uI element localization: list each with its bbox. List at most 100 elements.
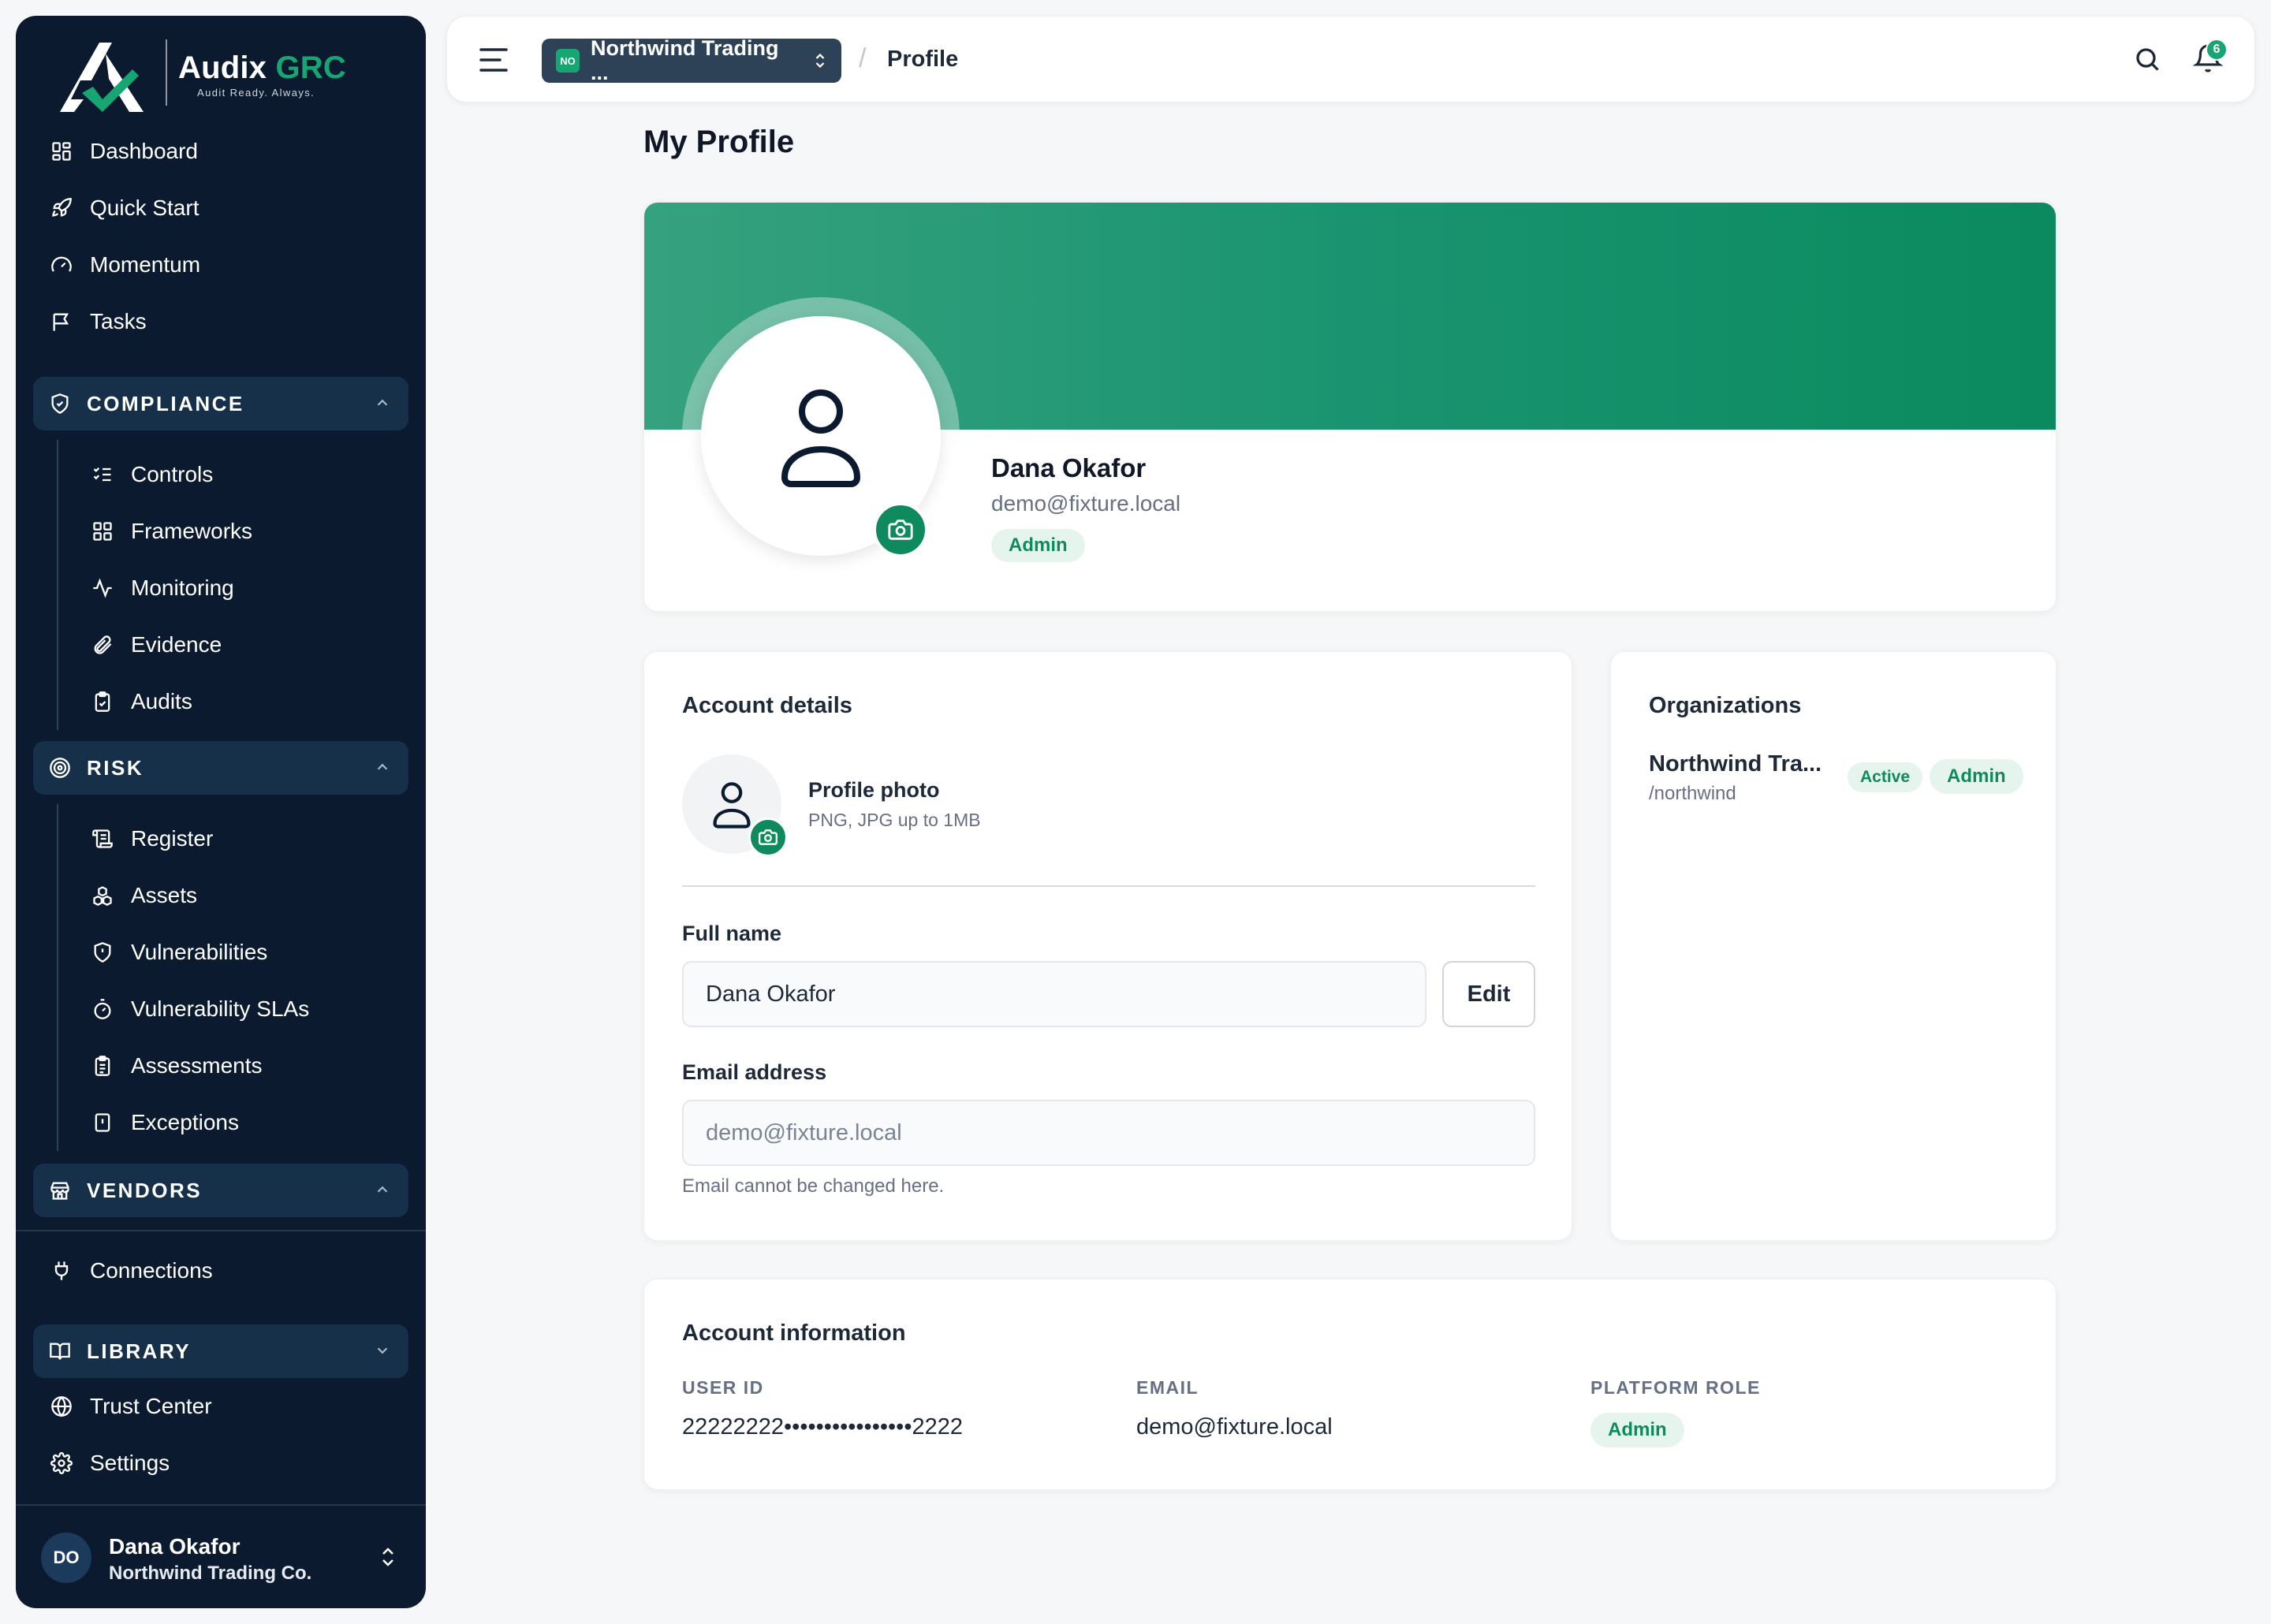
clipboard-check-icon — [90, 689, 115, 714]
nav-label: Register — [131, 826, 214, 851]
plug-icon — [49, 1258, 74, 1283]
nav-label: Connections — [90, 1258, 213, 1283]
file-alert-icon — [90, 1110, 115, 1135]
avatar: DO — [41, 1533, 91, 1583]
platform-role-label: PLATFORM ROLE — [1590, 1377, 1761, 1398]
nav-tasks[interactable]: Tasks — [33, 296, 408, 347]
email-info-label: EMAIL — [1136, 1377, 1199, 1398]
nav-connections[interactable]: Connections — [33, 1246, 408, 1296]
grid-icon — [90, 519, 115, 544]
breadcrumb-separator: / — [859, 43, 867, 73]
timer-icon — [90, 996, 115, 1022]
card-title: Account details — [682, 693, 852, 718]
card-title: Account information — [682, 1320, 906, 1346]
section-vendors[interactable]: VENDORS — [33, 1164, 408, 1217]
section-label: VENDORS — [87, 1178, 203, 1202]
nav-label: Settings — [90, 1451, 170, 1475]
sidebar: Audix GRC Audit Ready. Always. Dashboard… — [16, 16, 426, 1608]
nav-assets[interactable]: Assets — [74, 870, 405, 921]
chevron-up-icon — [377, 763, 388, 770]
user-icon — [781, 389, 861, 487]
org-role-badge: Admin — [1930, 759, 2023, 794]
nav-label: Vulnerability SLAs — [131, 996, 310, 1021]
menu-icon[interactable] — [479, 47, 509, 73]
org-switcher[interactable]: NO Northwind Trading ... — [542, 36, 841, 84]
email-field[interactable]: demo@fixture.local — [682, 1100, 1535, 1166]
nav-momentum[interactable]: Momentum — [33, 240, 408, 290]
section-compliance[interactable]: COMPLIANCE — [33, 377, 408, 430]
nav-label: Assets — [131, 883, 198, 907]
user-name: Dana Okafor — [109, 1534, 241, 1559]
nav-vulnerability-slas[interactable]: Vulnerability SLAs — [74, 984, 405, 1034]
boxes-icon — [90, 883, 115, 908]
nav-label: Exceptions — [131, 1110, 239, 1134]
full-name-label: Full name — [682, 922, 782, 945]
notification-badge: 6 — [2206, 39, 2228, 61]
brand-tagline: Audit Ready. Always. — [197, 87, 315, 99]
nav-assessments[interactable]: Assessments — [74, 1041, 405, 1091]
gauge-icon — [49, 252, 74, 277]
book-open-icon — [49, 1340, 71, 1362]
section-library[interactable]: LIBRARY — [33, 1324, 408, 1378]
nav-frameworks[interactable]: Frameworks — [74, 506, 405, 557]
role-badge: Admin — [991, 529, 1085, 562]
brand-logo — [60, 43, 144, 112]
user-id-value: 22222222••••••••••••••••2222 — [682, 1414, 963, 1440]
edit-button[interactable]: Edit — [1442, 961, 1535, 1027]
change-photo-button[interactable] — [873, 502, 928, 557]
nav-controls[interactable]: Controls — [74, 449, 405, 500]
sidebar-divider — [16, 1230, 426, 1231]
section-label: LIBRARY — [87, 1339, 192, 1363]
nav-register[interactable]: Register — [74, 814, 405, 864]
chevrons-up-down-icon — [815, 53, 825, 69]
section-risk[interactable]: RISK — [33, 741, 408, 795]
platform-role-badge: Admin — [1590, 1413, 1684, 1447]
upload-photo-button[interactable] — [748, 818, 788, 857]
list-checks-icon — [90, 462, 115, 487]
brand[interactable]: Audix GRC Audit Ready. Always. — [39, 24, 371, 118]
section-label: RISK — [87, 755, 144, 780]
nav-evidence[interactable]: Evidence — [74, 620, 405, 670]
tree-line — [57, 804, 58, 1151]
nav-label: Audits — [131, 689, 192, 713]
section-label: COMPLIANCE — [87, 391, 244, 415]
nav-dashboard[interactable]: Dashboard — [33, 126, 408, 177]
nav-quick-start[interactable]: Quick Start — [33, 183, 408, 233]
user-org: Northwind Trading Co. — [109, 1563, 312, 1584]
nav-settings[interactable]: Settings — [33, 1438, 408, 1488]
nav-vulnerabilities[interactable]: Vulnerabilities — [74, 927, 405, 978]
clipboard-list-icon — [90, 1053, 115, 1078]
nav-label: Assessments — [131, 1053, 263, 1078]
nav-label: Vulnerabilities — [131, 940, 268, 964]
brand-name: Audix GRC — [178, 50, 346, 85]
chevron-down-icon — [377, 1347, 388, 1354]
dashboard-grid-icon — [49, 139, 74, 164]
camera-icon — [888, 520, 913, 540]
nav-label: Monitoring — [131, 575, 234, 600]
globe-icon — [49, 1394, 74, 1419]
user-menu[interactable]: DO Dana Okafor Northwind Trading Co. — [16, 1506, 426, 1608]
nav-label: Controls — [131, 462, 214, 486]
camera-icon — [758, 829, 778, 845]
user-id-label: USER ID — [682, 1377, 764, 1398]
nav-audits[interactable]: Audits — [74, 676, 405, 727]
nav-monitoring[interactable]: Monitoring — [74, 563, 405, 613]
org-switcher-label: Northwind Trading ... — [590, 36, 779, 84]
profile-hero-card: Dana Okafor demo@fixture.local Admin — [643, 202, 2057, 612]
rocket-icon — [49, 196, 74, 221]
org-slug: /northwind — [1649, 783, 1736, 804]
account-information-card: Account information USER ID 22222222••••… — [643, 1279, 2057, 1490]
paperclip-icon — [90, 632, 115, 657]
profile-email: demo@fixture.local — [991, 491, 1181, 516]
shield-check-icon — [49, 393, 71, 415]
profile-photo-hint: PNG, JPG up to 1MB — [808, 810, 981, 830]
full-name-field[interactable]: Dana Okafor — [682, 961, 1426, 1027]
divider — [682, 885, 1535, 887]
nav-trust-center[interactable]: Trust Center — [33, 1381, 408, 1432]
search-icon[interactable] — [2133, 45, 2161, 73]
org-name: Northwind Tra... — [1649, 751, 1822, 777]
nav-label: Evidence — [131, 632, 222, 657]
email-info-value: demo@fixture.local — [1136, 1414, 1333, 1440]
activity-icon — [90, 575, 115, 601]
nav-exceptions[interactable]: Exceptions — [74, 1097, 405, 1148]
